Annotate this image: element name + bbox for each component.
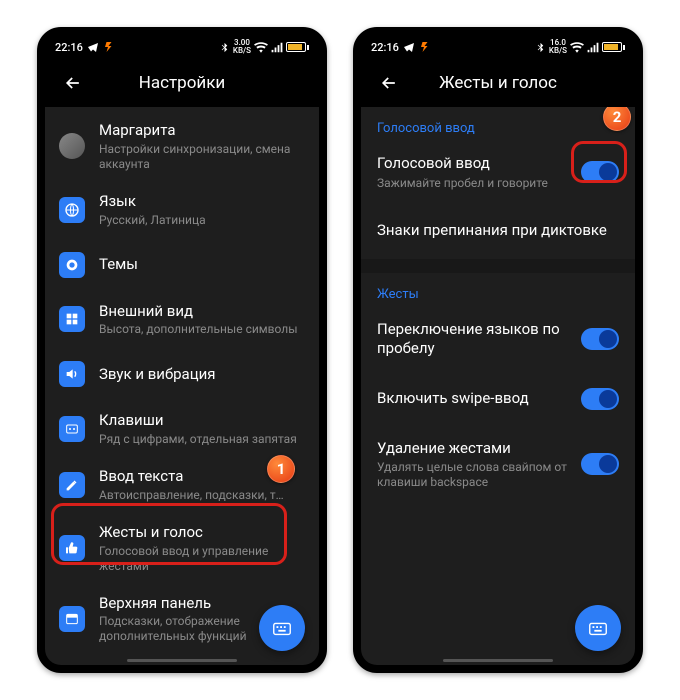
settings-row-5[interactable]: Клавиши Ряд с цифрами, отдельная запятая [45, 401, 319, 457]
row-title: Темы [99, 255, 305, 274]
row-title: Клавиши [99, 411, 305, 430]
option-row-12[interactable]: Удаление жестами Удалять целые слова сва… [361, 427, 635, 503]
row-subtitle: Удалять целые слова свайпом от клавиши b… [377, 460, 571, 490]
toggle-switch[interactable] [581, 161, 619, 183]
telegram-icon [87, 41, 99, 53]
row-title: Включить swipe-ввод [377, 389, 571, 409]
toggle-switch[interactable] [581, 453, 619, 475]
page-title: Настройки [93, 73, 271, 93]
keyboard-icon [271, 617, 293, 639]
row-title: Персонализация [99, 664, 305, 665]
option-row-1[interactable]: Знаки препинания при диктовке [361, 203, 635, 259]
arrow-left-icon [63, 73, 83, 93]
row-title: Внешний вид [99, 302, 305, 321]
bluetooth-icon [535, 42, 546, 53]
settings-row-4[interactable]: Звук и вибрация [45, 347, 319, 401]
telegram-icon [403, 41, 415, 53]
section-gestures: Жесты [361, 273, 635, 308]
battery-icon [602, 42, 625, 52]
row-subtitle: Настройки синхронизации, смена аккаунта [99, 142, 305, 172]
globe-icon [59, 197, 85, 223]
settings-row-7[interactable]: Жесты и голос Голосовой ввод и управлени… [45, 513, 319, 584]
keyboard-fab[interactable] [259, 605, 305, 651]
wifi-icon [570, 42, 584, 53]
sound-icon [59, 361, 85, 387]
row-subtitle: Автоисправление, подсказки, т… [99, 488, 305, 503]
home-indicator [443, 659, 553, 662]
theme-icon [59, 252, 85, 278]
back-button[interactable] [53, 63, 93, 103]
settings-row-2[interactable]: Темы [45, 238, 319, 292]
keys-icon [59, 416, 85, 442]
settings-list: Маргарита Настройки синхронизации, смена… [45, 107, 319, 665]
option-row-10[interactable]: Переключение языков по пробелу [361, 308, 635, 371]
settings-row-3[interactable]: Внешний вид Высота, дополнительные симво… [45, 292, 319, 348]
row-subtitle: Русский, Латиница [99, 213, 305, 228]
home-indicator [127, 659, 237, 662]
grid-icon [59, 306, 85, 332]
keyboard-icon [587, 617, 609, 639]
row-title: Маргарита [99, 121, 305, 140]
status-time: 22:16 [371, 41, 399, 54]
row-subtitle: Голосовой ввод и управление жестами [99, 544, 305, 574]
settings-row-1[interactable]: Язык Русский, Латиница [45, 182, 319, 238]
row-title: Голосовой ввод [377, 154, 571, 174]
header: Жесты и голос [361, 59, 635, 107]
status-bar: 22:16 3.00KB/S [45, 35, 319, 59]
row-title: Жесты и голос [99, 523, 305, 542]
net-rate: 16.0KB/S [549, 39, 567, 55]
bolt-icon [103, 41, 115, 53]
keyboard-fab[interactable] [575, 605, 621, 651]
page-title: Жесты и голос [409, 73, 587, 93]
thumb-icon [59, 535, 85, 561]
panel-icon [59, 606, 85, 632]
row-subtitle: Высота, дополнительные символы [99, 322, 305, 337]
back-button[interactable] [369, 63, 409, 103]
arrow-left-icon [379, 73, 399, 93]
row-title: Язык [99, 192, 305, 211]
wifi-icon [254, 42, 268, 53]
section-divider [361, 259, 635, 273]
net-rate: 3.00KB/S [233, 39, 251, 55]
section-voice-input: Голосовой ввод [361, 107, 635, 142]
signal-icon [587, 42, 599, 53]
toggle-switch[interactable] [581, 388, 619, 410]
gestures-voice-screen: Голосовой ввод Голосовой ввод Зажимайте … [361, 107, 635, 665]
edit-icon [59, 472, 85, 498]
battery-icon [286, 42, 309, 52]
row-subtitle: Ряд с цифрами, отдельная запятая [99, 432, 305, 447]
row-subtitle: Зажимайте пробел и говорите [377, 176, 571, 191]
phone-right: 22:16 16.0KB/S Жесты и голос Голосовой в… [353, 27, 643, 673]
status-time: 22:16 [55, 41, 83, 54]
signal-icon [271, 42, 283, 53]
bluetooth-icon [219, 42, 230, 53]
header: Настройки [45, 59, 319, 107]
avatar-icon [59, 133, 85, 159]
badge-1: 1 [267, 455, 295, 483]
option-row-11[interactable]: Включить swipe-ввод [361, 371, 635, 427]
row-title: Удаление жестами [377, 439, 571, 459]
bolt-icon [419, 41, 431, 53]
option-row-0[interactable]: Голосовой ввод Зажимайте пробел и говори… [361, 142, 635, 203]
row-title: Знаки препинания при диктовке [377, 221, 619, 241]
row-title: Звук и вибрация [99, 365, 305, 384]
phone-left: 22:16 3.00KB/S Настройки Маргарита Настр… [37, 27, 327, 673]
row-title: Переключение языков по пробелу [377, 320, 571, 359]
toggle-switch[interactable] [581, 328, 619, 350]
status-bar: 22:16 16.0KB/S [361, 35, 635, 59]
settings-row-0[interactable]: Маргарита Настройки синхронизации, смена… [45, 111, 319, 182]
